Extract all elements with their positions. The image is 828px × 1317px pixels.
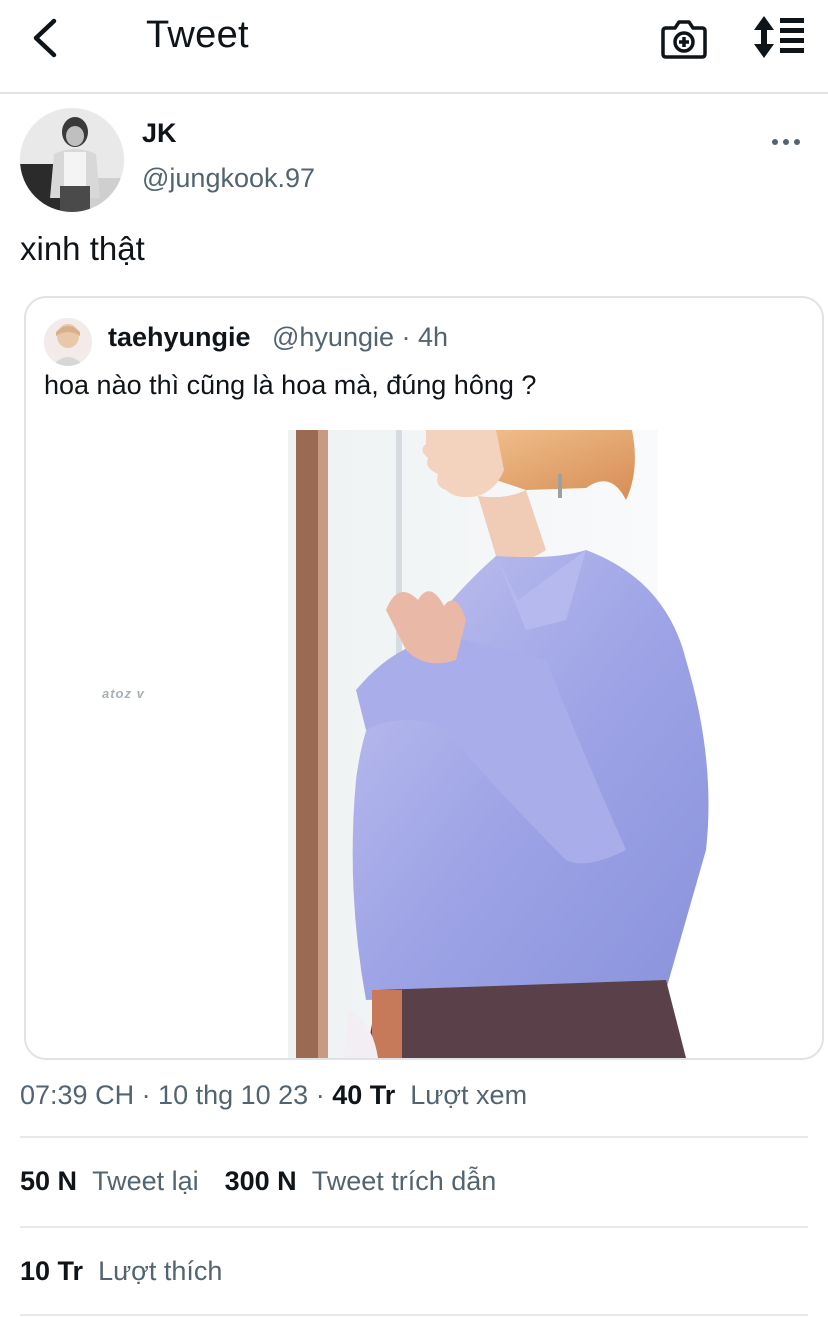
divider <box>20 1314 808 1316</box>
quoted-author-handle-time: @hyungie · 4h <box>272 322 449 352</box>
retweets-stat[interactable]: 50 N Tweet lại <box>20 1166 199 1196</box>
quotes-stat[interactable]: 300 N Tweet trích dẫn <box>225 1166 497 1196</box>
author-handle[interactable]: @jungkook.97 <box>142 163 315 194</box>
views-label: Lượt xem <box>410 1080 528 1110</box>
divider <box>20 1226 808 1228</box>
author-name[interactable]: JK <box>142 118 177 149</box>
quotes-label: Tweet trích dẫn <box>311 1166 497 1196</box>
page-title: Tweet <box>146 14 249 56</box>
camera-add-icon[interactable] <box>660 16 708 60</box>
quoted-tweet-image[interactable]: atoz v <box>26 430 822 1058</box>
retweets-count: 50 N <box>20 1166 78 1196</box>
more-horizontal-icon[interactable] <box>768 126 804 156</box>
engagement-stats-row: 50 N Tweet lại 300 N Tweet trích dẫn <box>20 1166 496 1197</box>
views-count: 40 Tr <box>332 1080 396 1110</box>
sort-list-icon[interactable] <box>752 14 808 60</box>
quoted-tweet-text: hoa nào thì cũng là hoa mà, đúng hông ? <box>44 370 537 400</box>
retweets-label: Tweet lại <box>92 1166 199 1196</box>
photo-illustration <box>288 430 709 1058</box>
author-avatar[interactable] <box>20 108 124 212</box>
quotes-count: 300 N <box>224 1166 297 1196</box>
likes-count: 10 Tr <box>20 1256 84 1286</box>
divider <box>20 1136 808 1138</box>
quoted-tweet-card[interactable]: taehyungie @hyungie · 4h hoa nào thì cũn… <box>24 296 824 1060</box>
likes-stat-row[interactable]: 10 Tr Lượt thích <box>20 1256 222 1287</box>
top-bar: Tweet <box>0 0 828 94</box>
quoted-author-name[interactable]: taehyungie <box>108 322 251 353</box>
tweet-timestamp: 07:39 CH · 10 thg 10 23 · <box>20 1080 333 1110</box>
chevron-left-icon[interactable] <box>28 16 64 60</box>
likes-label: Lượt thích <box>98 1256 223 1286</box>
tweet-meta: 07:39 CH · 10 thg 10 23 · 40 Tr Lượt xem <box>20 1080 527 1111</box>
tweet-text: xinh thật <box>20 230 145 267</box>
quoted-author-avatar[interactable] <box>44 318 92 366</box>
